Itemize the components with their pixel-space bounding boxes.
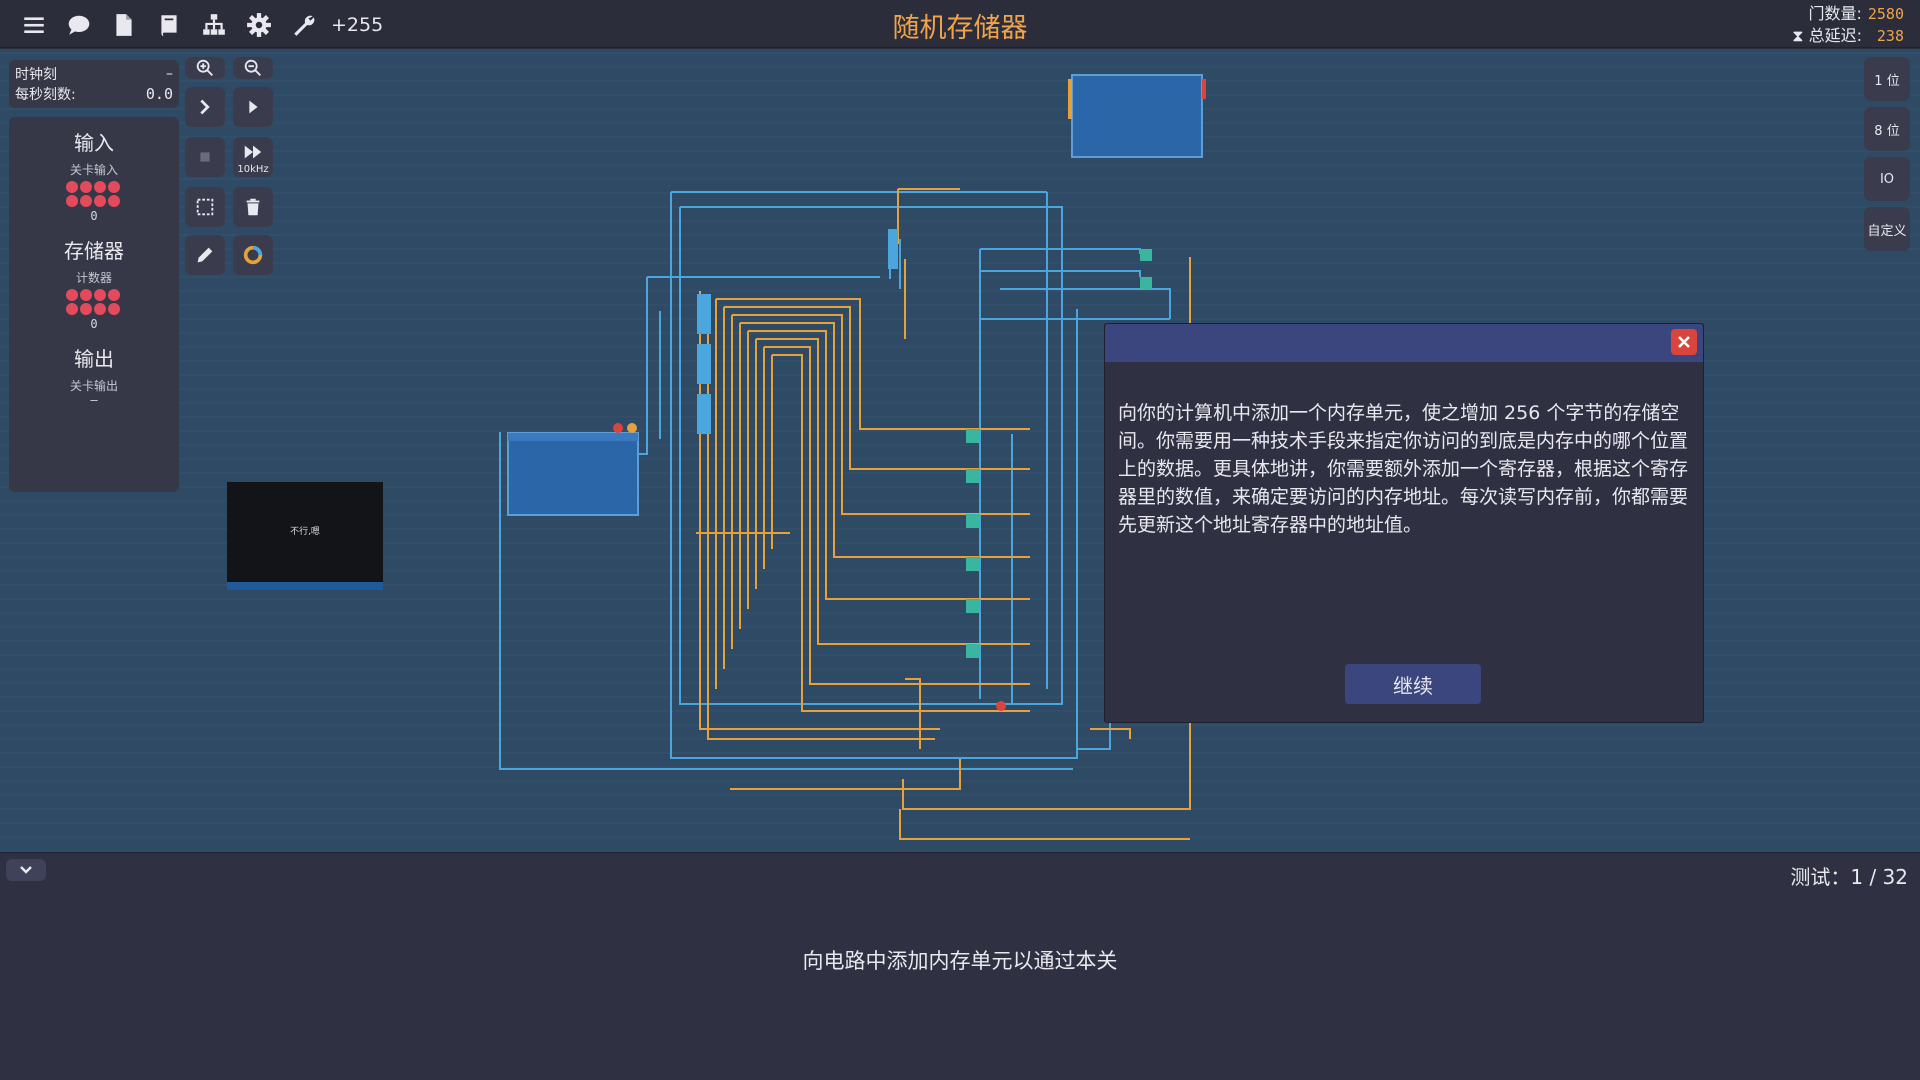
component-palette: 输入 关卡输入 0 存储器 计数器 0 输出 关卡输出 –: [9, 117, 179, 492]
gear-icon[interactable]: [245, 11, 273, 39]
tps-value: 0.0: [145, 85, 173, 103]
wrench-icon[interactable]: [290, 11, 318, 39]
select-button[interactable]: [185, 187, 225, 227]
gate-count-label: 门数量:: [1808, 4, 1862, 23]
level-input-count: 0: [90, 209, 98, 223]
dialog-close-button[interactable]: [1671, 329, 1697, 355]
color-button[interactable]: [233, 235, 273, 275]
document-icon[interactable]: [110, 11, 138, 39]
palette-category-input: 输入: [74, 131, 114, 155]
tps-label: 每秒刻数:: [15, 87, 76, 103]
top-toolbar: +255: [20, 10, 383, 40]
palette-category-memory: 存储器: [64, 239, 124, 263]
book-icon[interactable]: [155, 11, 183, 39]
top-bar: +255 随机存储器 门数量: 2580 ⧗ 总延迟: 238: [0, 0, 1920, 48]
fast-forward-icon: [244, 145, 262, 159]
close-icon: [1678, 336, 1690, 348]
screen-component[interactable]: 不行,嗯: [227, 482, 383, 590]
score-badge: +255: [331, 14, 384, 36]
clock-label: 时钟刻: [15, 67, 57, 83]
continue-button[interactable]: 继续: [1345, 664, 1481, 704]
palette-sub-counter: 计数器: [75, 271, 112, 285]
counter-component-icon[interactable]: [64, 287, 124, 317]
dialog-header: [1105, 324, 1703, 362]
chevron-down-icon: [20, 866, 32, 874]
level-description-dialog: 向你的计算机中添加一个内存单元，使之增加 256 个字节的存储空间。你需要用一种…: [1104, 323, 1704, 723]
ram-component: [1068, 74, 1206, 158]
stop-icon: [200, 152, 210, 162]
clock-value: –: [166, 66, 173, 82]
hourglass-icon: ⧗: [1792, 26, 1804, 45]
play-button[interactable]: [233, 87, 273, 127]
side-button-1bit[interactable]: 1 位: [1864, 57, 1910, 101]
side-button-8bit[interactable]: 8 位: [1864, 107, 1910, 151]
select-icon: [196, 198, 214, 216]
menu-icon[interactable]: [20, 11, 48, 39]
delay-label: 总延迟:: [1808, 26, 1862, 45]
side-button-io[interactable]: IO: [1864, 157, 1910, 201]
fast-forward-button[interactable]: 10kHz: [233, 137, 273, 177]
trash-icon: [246, 198, 260, 216]
gate-count-value: 2580: [1867, 5, 1904, 23]
side-button-custom[interactable]: 自定义: [1864, 207, 1910, 251]
pencil-icon: [197, 247, 213, 263]
step-icon: [200, 99, 210, 115]
level-objective: 向电路中添加内存单元以通过本关: [802, 949, 1118, 973]
play-icon: [249, 100, 258, 114]
collapse-panel-button[interactable]: [6, 859, 46, 881]
step-button[interactable]: [185, 87, 225, 127]
bottom-panel: 测试：1 / 32 向电路中添加内存单元以通过本关: [0, 852, 1920, 1080]
hierarchy-icon[interactable]: [200, 11, 228, 39]
decoder-component: [507, 423, 639, 516]
test-counter: 测试：1 / 32: [1790, 865, 1908, 889]
stop-button[interactable]: [185, 137, 225, 177]
circuit-stats: 门数量: 2580 ⧗ 总延迟: 238: [1792, 3, 1904, 47]
palette-sub-level-output: 关卡输出: [69, 379, 118, 393]
delete-button[interactable]: [233, 187, 273, 227]
zoom-in-icon: [196, 59, 213, 76]
zoom-out-icon: [244, 59, 261, 76]
level-output-count: –: [90, 393, 98, 407]
color-wheel-icon: [243, 245, 263, 265]
level-input-component-icon[interactable]: [64, 179, 124, 209]
delay-value: 238: [1876, 27, 1904, 45]
clock-panel: 时钟刻 – 每秒刻数: 0.0: [9, 60, 179, 108]
zoom-in-button[interactable]: [185, 57, 225, 79]
palette-sub-level-input: 关卡输入: [69, 163, 118, 177]
palette-category-output: 输出: [74, 347, 114, 371]
counter-count: 0: [90, 317, 98, 331]
fast-forward-label: 10kHz: [237, 164, 269, 175]
chat-icon[interactable]: [65, 11, 93, 39]
dialog-text: 向你的计算机中添加一个内存单元，使之增加 256 个字节的存储空间。你需要用一种…: [1118, 402, 1689, 536]
zoom-out-button[interactable]: [233, 57, 273, 79]
screen-component-label: 不行,嗯: [290, 527, 320, 537]
pencil-button[interactable]: [185, 235, 225, 275]
